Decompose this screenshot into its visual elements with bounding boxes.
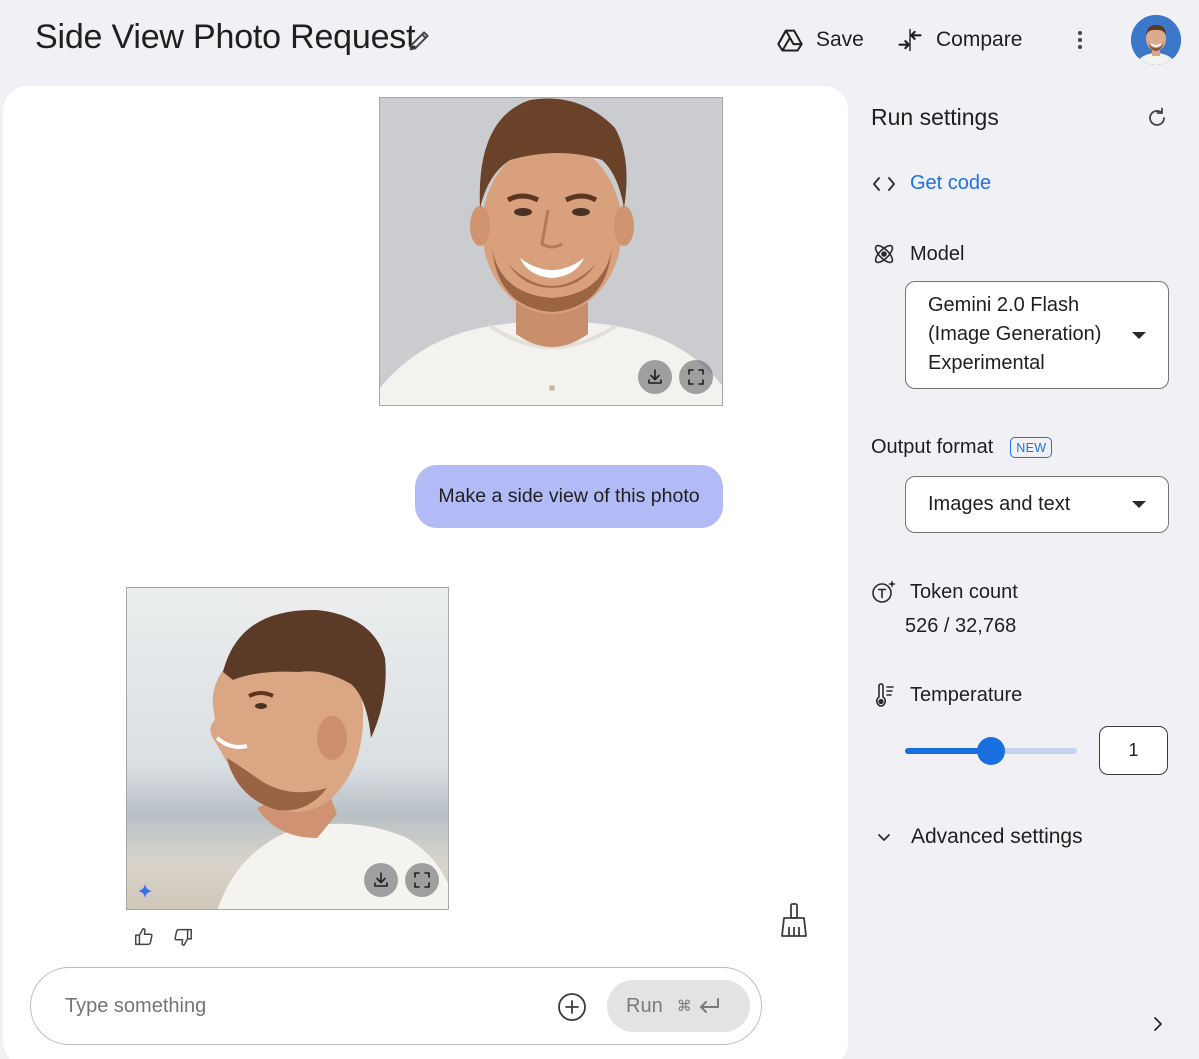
run-button[interactable]: Run ⌘ [607,980,750,1032]
temperature-slider-handle[interactable] [977,737,1005,765]
command-key: ⌘ [676,998,692,1015]
run-label: Run [626,994,663,1017]
portrait-side-image [127,588,448,909]
fullscreen-icon [414,872,430,888]
generated-photo[interactable] [126,587,449,910]
thumb-down-icon[interactable] [172,926,194,948]
download-button[interactable] [638,360,672,394]
fullscreen-button[interactable] [679,360,713,394]
chevron-down-icon [1132,501,1146,508]
chat-panel: Make a side view of this photo Type some… [3,86,848,1059]
temperature-slider[interactable] [905,737,1077,765]
model-value-line-3: Experimental [928,352,1045,374]
save-label: Save [816,28,864,51]
output-format-label: Output format [871,436,994,458]
output-format-row: Output format NEW [871,436,1053,459]
get-code-link[interactable]: Get code [871,172,991,195]
compare-button[interactable]: Compare [896,22,1022,58]
token-count-row: Token count [871,579,1018,605]
prompt-box: Run ⌘ [30,967,762,1045]
enter-icon [699,998,719,1013]
portrait-front-image [380,98,722,405]
edit-icon[interactable] [406,26,434,54]
compare-icon [898,28,922,52]
token-icon [872,580,896,603]
output-format-select[interactable]: Images and text [905,476,1169,533]
thermometer-icon [875,683,894,707]
save-button[interactable]: Save [776,22,864,58]
top-bar: Side View Photo Request Save Compare [0,0,1199,80]
model-value-line-1: Gemini 2.0 Flash [928,294,1080,316]
uploaded-photo[interactable] [379,97,723,406]
run-shortcut: ⌘ [677,997,720,1015]
prompt-input[interactable] [65,988,535,1024]
avatar[interactable] [1131,15,1181,65]
more-vert-icon[interactable] [1068,26,1092,54]
fullscreen-button[interactable] [405,863,439,897]
drive-icon [777,29,803,52]
fullscreen-icon [688,369,704,385]
download-icon [374,872,388,887]
page-title[interactable]: Side View Photo Request [35,18,416,57]
advanced-settings-toggle[interactable]: Advanced settings [875,825,1083,849]
chevron-down-icon [1132,332,1146,339]
sparkle-icon [138,884,152,898]
temperature-label: Temperature [910,683,1023,706]
model-label: Model [910,242,965,265]
refresh-icon[interactable] [1145,106,1169,130]
model-row: Model [871,241,964,267]
download-icon [648,369,662,384]
user-message: Make a side view of this photo [415,465,723,528]
output-format-value: Images and text [928,493,1071,515]
temperature-row: Temperature [871,682,1022,708]
compare-label: Compare [936,28,1023,51]
add-circle-icon[interactable] [556,991,588,1023]
thumb-up-icon[interactable] [133,926,155,948]
run-settings-panel: Run settings Get code Model Gemini 2.0 F… [848,86,1199,1059]
new-badge: NEW [1010,437,1053,458]
download-button[interactable] [364,863,398,897]
run-settings-title: Run settings [871,104,999,130]
token-count-value: 526 / 32,768 [905,615,1017,637]
model-select[interactable]: Gemini 2.0 Flash (Image Generation) Expe… [905,281,1169,389]
model-icon [874,244,894,264]
model-value-line-2: (Image Generation) [928,323,1102,345]
get-code-label: Get code [910,172,992,194]
chevron-down-icon [878,834,890,841]
advanced-settings-label: Advanced settings [911,825,1083,848]
broom-icon[interactable] [778,902,810,938]
temperature-input[interactable]: 1 [1099,726,1168,775]
code-icon [873,176,895,191]
chevron-right-icon[interactable] [1146,1012,1170,1036]
token-count-label: Token count [910,580,1018,603]
